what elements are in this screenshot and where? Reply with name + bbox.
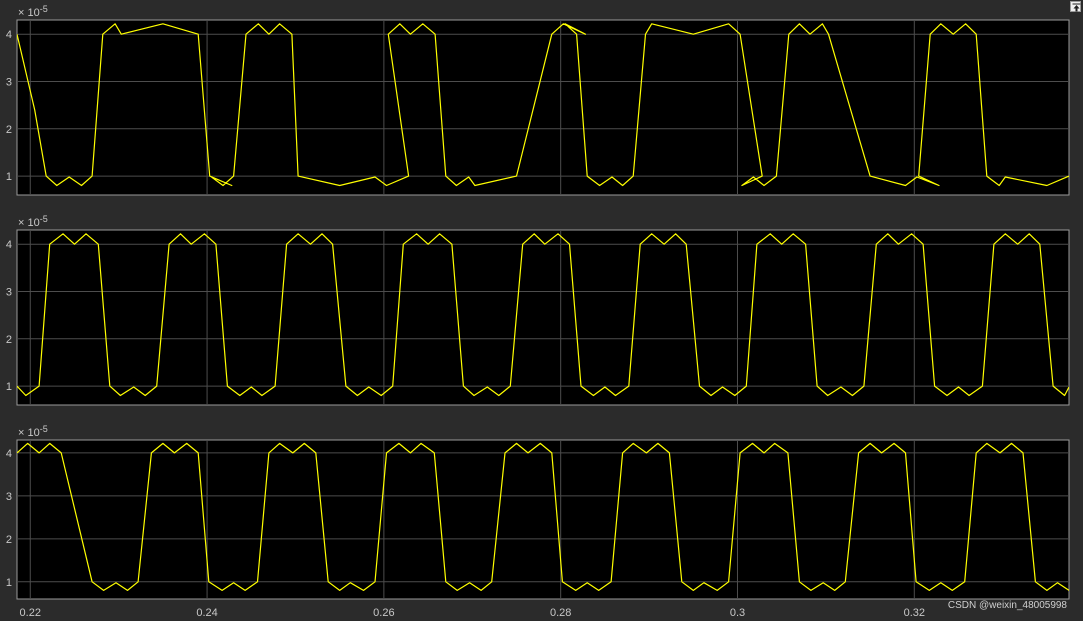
scope-figure: 1234× 10-51234× 10-51234× 10-50.22 0.24 0.… bbox=[0, 0, 1083, 621]
x-tick-label: 0.3 bbox=[730, 607, 745, 619]
y-tick-label: 2 bbox=[6, 534, 12, 546]
y-tick-label: 4 bbox=[6, 239, 12, 251]
x-tick-label: 0.32 bbox=[904, 607, 925, 619]
undock-arrow-icon bbox=[1072, 3, 1081, 12]
y-tick-label: 2 bbox=[6, 124, 12, 136]
y-tick-label: 1 bbox=[6, 381, 12, 393]
axes-2 bbox=[16, 229, 1070, 406]
y-tick-label: 3 bbox=[6, 76, 12, 88]
y-tick-label: 1 bbox=[6, 577, 12, 589]
y-tick-label: 4 bbox=[6, 448, 12, 460]
x-tick-label: 0.28 bbox=[550, 607, 571, 619]
y-tick-label: 4 bbox=[6, 29, 12, 41]
x-tick-label: 0.24 bbox=[196, 607, 217, 619]
undock-button[interactable] bbox=[1070, 1, 1081, 12]
y-tick-label: 1 bbox=[6, 171, 12, 183]
axes-1 bbox=[16, 19, 1070, 196]
y-tick-label: 2 bbox=[6, 334, 12, 346]
x-tick-label: 0.26 bbox=[373, 607, 394, 619]
watermark-text: CSDN @weixin_48005998 bbox=[947, 600, 1067, 611]
y-tick-label: 3 bbox=[6, 491, 12, 503]
x-tick-label: 0.22 bbox=[20, 607, 41, 619]
y-tick-label: 3 bbox=[6, 286, 12, 298]
